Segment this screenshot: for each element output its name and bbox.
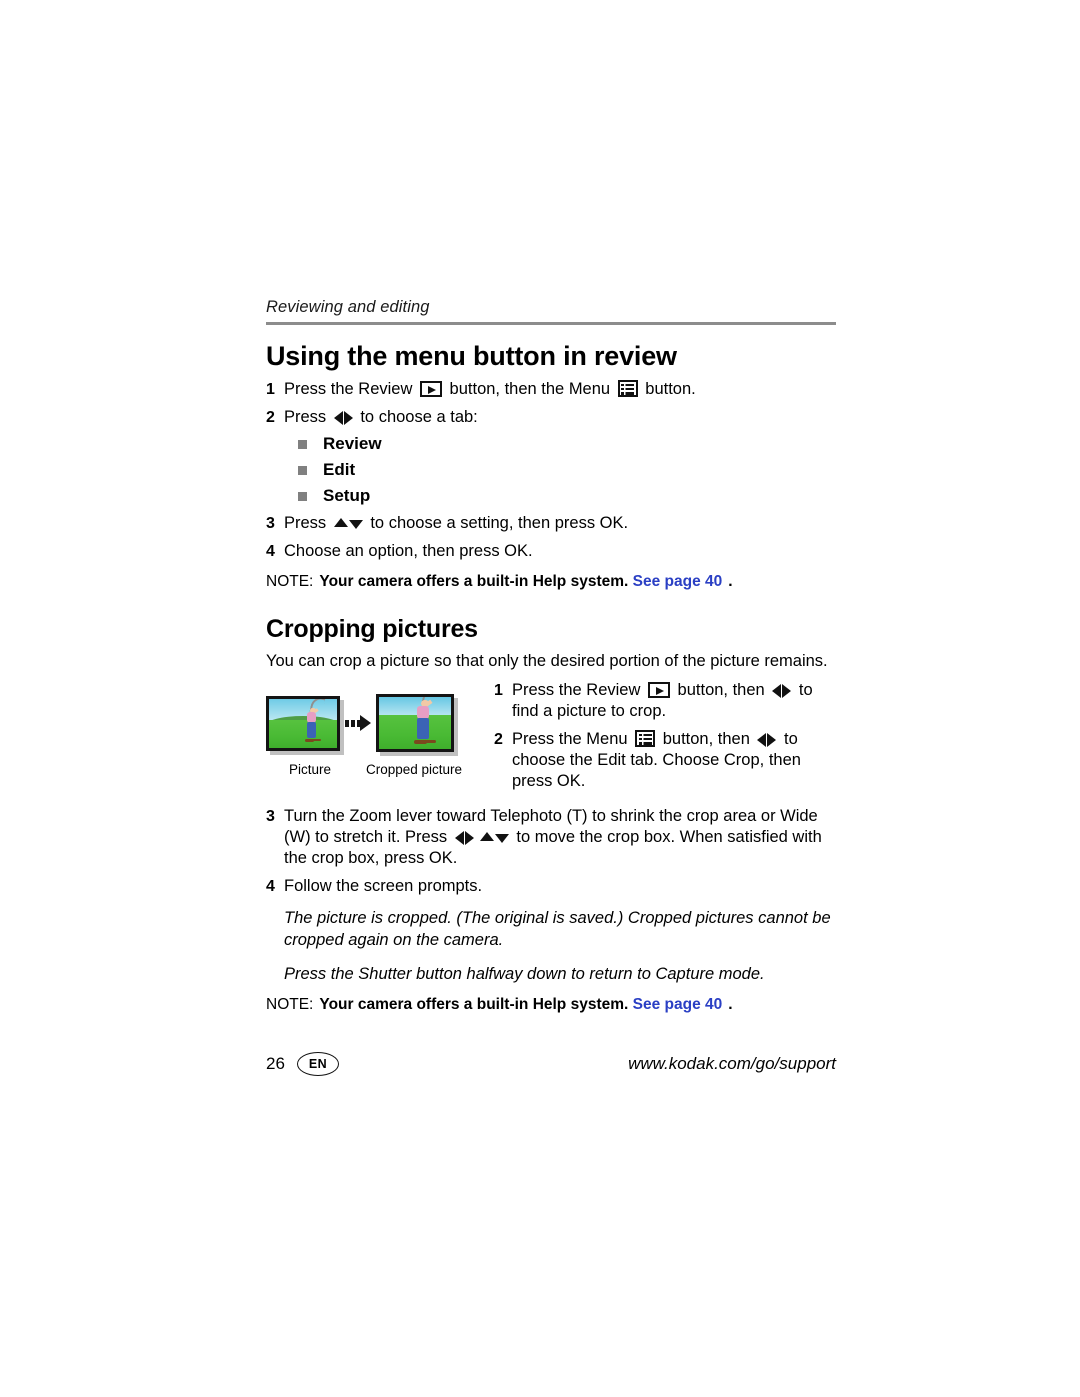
- step-number: 2: [266, 409, 275, 426]
- tab-label-review: Review: [323, 434, 382, 453]
- step-text: Press to choose a setting, then press OK…: [284, 513, 836, 534]
- section-title-menu-button: Using the menu button in review: [266, 341, 677, 371]
- page-content: Reviewing and editing Using the menu but…: [266, 297, 836, 1015]
- header-rule-divider: [266, 322, 836, 325]
- step-text: Press the Review button, then the Menu b…: [284, 379, 836, 400]
- original-picture-thumbnail: [266, 695, 340, 751]
- step-item: 1 Press the Review button, then to find …: [494, 680, 836, 722]
- step-number: 3: [266, 808, 275, 825]
- step-number: 1: [266, 381, 275, 398]
- step-item: 2 Press to choose a tab:: [266, 407, 836, 428]
- up-down-arrows-icon: [333, 513, 363, 534]
- menu-button-icon: [635, 730, 656, 747]
- step-text-part: Press the Review: [512, 681, 645, 699]
- square-bullet-icon: [298, 439, 307, 449]
- step-text-part: button, then the Menu: [444, 380, 615, 398]
- step-item: 4 Follow the screen prompts.: [266, 876, 836, 897]
- caption-cropped-picture: Cropped picture: [365, 762, 463, 777]
- step-text-part: button.: [640, 380, 696, 398]
- left-right-arrows-icon: [333, 407, 353, 428]
- square-bullet-icon: [298, 491, 307, 501]
- note-trailing: .: [728, 996, 733, 1013]
- golfer-illustration: [408, 697, 443, 744]
- step-number: 1: [494, 682, 503, 699]
- language-badge: EN: [296, 1052, 339, 1076]
- step-text-part: Press: [284, 514, 331, 532]
- step-text: Press to choose a tab:: [284, 407, 836, 428]
- step-text-part: button, then: [658, 730, 755, 748]
- tab-options-list: Review Edit Setup: [266, 434, 836, 506]
- step-text: Choose an option, then press OK.: [284, 542, 533, 560]
- left-right-arrows-icon: [757, 729, 777, 750]
- cropped-picture-thumbnail: [376, 694, 454, 752]
- page-number: 26: [266, 1054, 285, 1073]
- tab-label-setup: Setup: [323, 486, 371, 505]
- crop-result-paragraph: The picture is cropped. (The original is…: [284, 909, 831, 949]
- step-text: Follow the screen prompts.: [284, 877, 483, 895]
- step-number: 3: [266, 515, 275, 532]
- note-help-system: NOTE: Your camera offers a built-in Help …: [266, 572, 836, 592]
- step-number: 4: [266, 543, 275, 560]
- step-text-part: button, then: [672, 681, 770, 699]
- step-item: 3 Press to choose a setting, then press …: [266, 513, 836, 534]
- step-text-part: to choose a tab:: [355, 408, 478, 426]
- step-text-part: Press the Review: [284, 380, 417, 398]
- step-item: 1 Press the Review button, then the Menu…: [266, 379, 836, 400]
- note-help-system: NOTE: Your camera offers a built-in Help …: [266, 995, 836, 1015]
- figure-captions: Picture Cropped picture: [266, 762, 486, 778]
- cropping-intro-text: You can crop a picture so that only the …: [266, 652, 828, 670]
- step-text-part: Press the Menu: [512, 730, 633, 748]
- step-text-part: to choose a setting, then press OK.: [365, 514, 629, 532]
- square-bullet-icon: [298, 465, 307, 475]
- step-text: Turn the Zoom lever toward Telephoto (T)…: [284, 806, 836, 869]
- caption-original-picture: Picture: [288, 762, 332, 777]
- footer-left-group: 26 EN: [266, 1052, 339, 1076]
- note-page-link[interactable]: See page 40: [633, 573, 723, 590]
- left-right-arrows-icon: [454, 827, 474, 848]
- list-item: Edit: [266, 460, 836, 480]
- shutter-return-paragraph: Press the Shutter button halfway down to…: [284, 965, 765, 983]
- golfer-illustration: [300, 698, 327, 742]
- figure-images-row: [266, 694, 486, 752]
- section-title-cropping-pictures: Cropping pictures: [266, 615, 478, 643]
- review-button-icon: [647, 682, 670, 698]
- running-header: Reviewing and editing: [266, 298, 430, 316]
- step-item: 4 Choose an option, then press OK.: [266, 541, 836, 562]
- step-number: 2: [494, 731, 503, 748]
- note-body: Your camera offers a built-in Help syste…: [319, 573, 629, 590]
- list-item: Setup: [266, 486, 836, 506]
- left-right-arrows-icon: [772, 680, 792, 701]
- document-page: Reviewing and editing Using the menu but…: [0, 0, 1080, 1397]
- step-item: 3 Turn the Zoom lever toward Telephoto (…: [266, 806, 836, 869]
- note-page-link[interactable]: See page 40: [633, 996, 723, 1013]
- step-text-part: Press: [284, 408, 331, 426]
- up-down-arrows-icon: [479, 827, 509, 848]
- page-footer: 26 EN www.kodak.com/go/support: [266, 1052, 836, 1076]
- right-arrow-icon: [340, 713, 376, 733]
- cropping-figure: Picture Cropped picture: [266, 694, 486, 778]
- step-number: 4: [266, 878, 275, 895]
- menu-button-icon: [617, 380, 638, 397]
- note-trailing: .: [728, 573, 733, 590]
- note-keyword: NOTE:: [266, 573, 314, 590]
- step-text: Press the Menu button, then to choose th…: [512, 729, 836, 792]
- note-keyword: NOTE:: [266, 996, 314, 1013]
- step-item: 2 Press the Menu button, then to choose …: [494, 729, 836, 792]
- cropping-steps-right-column: 1 Press the Review button, then to find …: [494, 680, 836, 792]
- note-body: Your camera offers a built-in Help syste…: [319, 996, 629, 1013]
- list-item: Review: [266, 434, 836, 454]
- tab-label-edit: Edit: [323, 460, 356, 479]
- review-button-icon: [419, 381, 442, 397]
- support-url[interactable]: www.kodak.com/go/support: [628, 1054, 836, 1074]
- step-text: Press the Review button, then to find a …: [512, 680, 836, 722]
